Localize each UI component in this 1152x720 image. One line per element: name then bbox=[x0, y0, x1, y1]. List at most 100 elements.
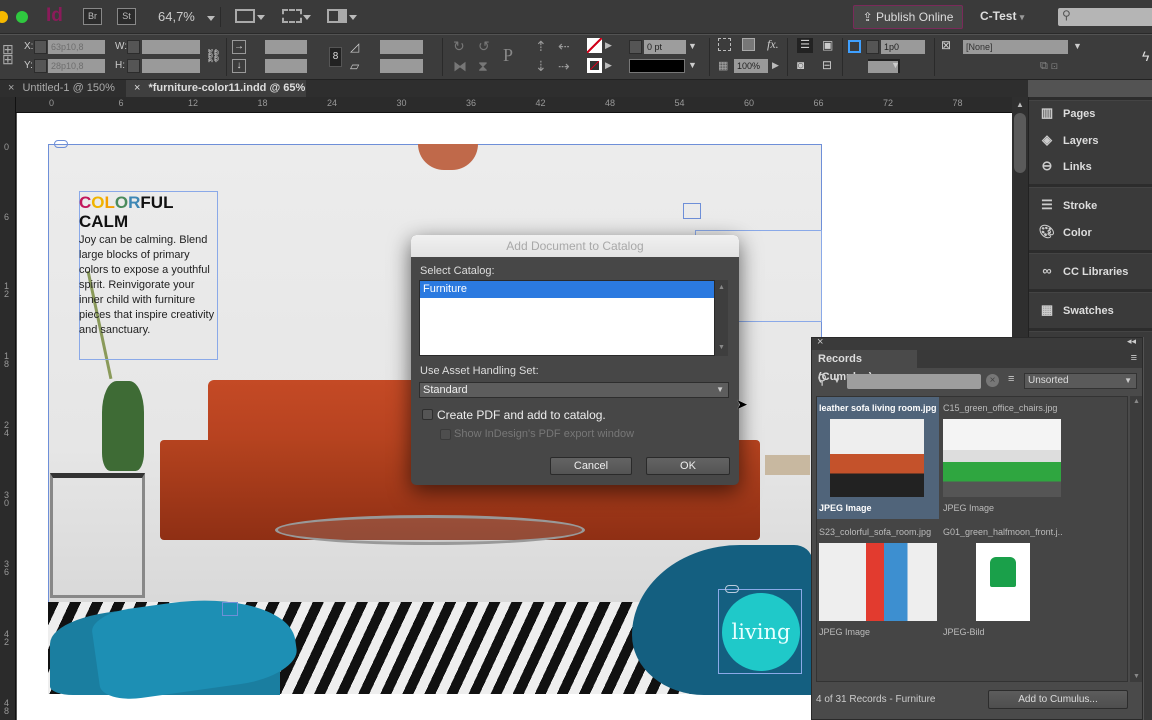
close-icon[interactable]: × bbox=[8, 82, 14, 94]
select-container-icon[interactable]: ⇡ bbox=[535, 38, 547, 55]
record-item[interactable]: C15_green_office_chairs.jpg JPEG Image bbox=[941, 397, 1063, 519]
help-search-input[interactable]: ⚲ bbox=[1058, 8, 1152, 26]
close-icon[interactable]: × bbox=[817, 336, 823, 348]
y-stepper[interactable] bbox=[34, 59, 47, 73]
rotation-angle-field[interactable] bbox=[380, 40, 423, 54]
opacity-field[interactable]: 100% bbox=[734, 59, 768, 73]
rotate-clockwise-icon[interactable]: ↻ bbox=[453, 38, 465, 55]
constrain-proportions-icon[interactable]: ⛓ bbox=[205, 48, 222, 64]
panel-header[interactable]: × ◂◂ bbox=[812, 336, 1142, 350]
dock-item-cc-libraries[interactable]: ∞ CC Libraries bbox=[1037, 260, 1128, 282]
empty-frame[interactable] bbox=[683, 203, 701, 219]
height-field[interactable] bbox=[142, 59, 200, 73]
corner-options-icon[interactable] bbox=[848, 40, 861, 53]
collapse-panel-icon[interactable]: ◂◂ bbox=[1127, 336, 1136, 347]
dock-item-layers[interactable]: ◈ Layers bbox=[1037, 129, 1098, 151]
anchor-frame[interactable] bbox=[222, 602, 238, 616]
minimize-window-button[interactable] bbox=[0, 11, 8, 23]
stroke-weight-stepper[interactable] bbox=[629, 40, 642, 54]
drop-shadow-icon[interactable] bbox=[718, 38, 731, 51]
record-item[interactable]: G01_green_halfmoon_front.j... JPEG-Bild bbox=[941, 521, 1063, 643]
catalog-list-scrollbar[interactable]: ▲ ▼ bbox=[715, 280, 728, 356]
dock-item-links[interactable]: ⊖ Links bbox=[1037, 155, 1092, 177]
scroll-up-arrow-icon[interactable]: ▲ bbox=[1133, 398, 1140, 405]
view-options-icon[interactable] bbox=[235, 9, 255, 23]
canvas-scroll-thumb[interactable] bbox=[1014, 113, 1026, 173]
cancel-button[interactable]: Cancel bbox=[550, 457, 632, 475]
scroll-up-arrow-icon[interactable]: ▲ bbox=[718, 284, 725, 291]
record-item[interactable]: S23_colorful_sofa_room.jpg JPEG Image bbox=[817, 521, 939, 643]
text-wrap-none-icon[interactable]: ☰ bbox=[797, 38, 813, 53]
workspace-switcher[interactable]: C-Test ▾ bbox=[980, 9, 1024, 23]
scale-y-field[interactable] bbox=[265, 59, 307, 73]
clear-overrides-icon[interactable]: ⧉ ⊡ bbox=[1040, 60, 1058, 73]
add-to-cumulus-button[interactable]: Add to Cumulus... bbox=[988, 690, 1128, 709]
select-next-icon[interactable]: ⇢ bbox=[558, 58, 570, 75]
dock-grip[interactable] bbox=[1029, 97, 1152, 101]
zoom-window-button[interactable] bbox=[16, 11, 28, 23]
y-position-field[interactable]: 28p10,8 bbox=[48, 59, 105, 73]
asset-handling-set-select[interactable]: Standard ▼ bbox=[419, 382, 729, 398]
stroke-menu-arrow-icon[interactable]: ▶ bbox=[605, 60, 612, 71]
screen-mode-icon[interactable] bbox=[282, 9, 302, 23]
link-badge-icon[interactable] bbox=[54, 140, 68, 148]
catalog-list-item[interactable]: Furniture bbox=[420, 281, 714, 298]
sort-select[interactable]: Unsorted ▼ bbox=[1024, 373, 1137, 389]
sort-icon[interactable]: ≡ bbox=[1008, 373, 1014, 385]
opacity-arrow-icon[interactable]: ▶ bbox=[772, 60, 779, 71]
scroll-down-arrow-icon[interactable]: ▼ bbox=[1133, 673, 1140, 680]
dock-grip[interactable] bbox=[1029, 184, 1152, 188]
flip-vertical-icon[interactable]: ⧗ bbox=[478, 58, 488, 75]
shear-angle-field[interactable] bbox=[380, 59, 423, 73]
tab-furniture-color11[interactable]: × *furniture-color11.indd @ 65% bbox=[126, 80, 306, 97]
zoom-level-select[interactable]: 64,7% bbox=[158, 9, 215, 24]
fill-menu-arrow-icon[interactable]: ▶ bbox=[605, 40, 612, 51]
chevron-down-icon[interactable]: ▼ bbox=[833, 376, 841, 385]
publish-online-button[interactable]: ⇪ Publish Online bbox=[853, 5, 963, 29]
stroke-type-select[interactable] bbox=[629, 59, 685, 73]
dock-grip[interactable] bbox=[1029, 328, 1152, 332]
text-wrap-jump-icon[interactable]: ⊟ bbox=[822, 58, 832, 72]
records-scrollbar[interactable]: ▲ ▼ bbox=[1130, 396, 1142, 682]
x-stepper[interactable] bbox=[34, 40, 47, 54]
width-field[interactable] bbox=[142, 40, 200, 54]
stock-button[interactable]: St bbox=[117, 8, 136, 25]
link-badge-icon[interactable] bbox=[725, 585, 739, 593]
vertical-ruler[interactable]: 0 6 1 2 1 8 2 4 3 0 3 6 4 2 4 8 bbox=[0, 97, 16, 720]
h-stepper[interactable] bbox=[127, 59, 140, 73]
reference-point-icon[interactable]: ⊞ ⊞ bbox=[2, 42, 14, 66]
scroll-down-arrow-icon[interactable]: ▼ bbox=[718, 344, 725, 351]
bridge-button[interactable]: Br bbox=[83, 8, 102, 25]
record-item[interactable]: leather sofa living room.jpg JPEG Image bbox=[817, 397, 939, 519]
effects-icon[interactable] bbox=[742, 38, 755, 51]
horizontal-ruler[interactable]: 0 6 12 18 24 30 36 42 48 54 60 66 72 78 bbox=[16, 97, 1028, 113]
corner-size-field[interactable]: 1p0 bbox=[881, 40, 925, 54]
fx-icon[interactable]: fx. bbox=[767, 37, 779, 52]
select-content-icon[interactable]: ⇣ bbox=[535, 58, 547, 75]
search-icon[interactable]: ⚲ bbox=[817, 371, 827, 388]
flip-horizontal-icon[interactable]: ⧓ bbox=[453, 58, 467, 75]
link-scale-icon[interactable]: 8 bbox=[329, 47, 342, 67]
corner-size-stepper[interactable] bbox=[866, 40, 879, 54]
create-pdf-checkbox[interactable] bbox=[422, 409, 433, 420]
object-style-select[interactable]: [None] bbox=[963, 40, 1068, 54]
text-wrap-box-icon[interactable]: ▣ bbox=[822, 38, 833, 52]
rotate-counterclockwise-icon[interactable]: ↺ bbox=[478, 38, 490, 55]
dock-item-stroke[interactable]: ☰ Stroke bbox=[1037, 194, 1097, 216]
catalog-list[interactable]: Furniture bbox=[419, 280, 715, 356]
select-previous-icon[interactable]: ⇠ bbox=[558, 38, 570, 55]
scale-x-field[interactable] bbox=[265, 40, 307, 54]
show-export-window-checkbox[interactable] bbox=[440, 429, 451, 440]
dock-grip[interactable] bbox=[1029, 289, 1152, 293]
fill-swatch-none-icon[interactable] bbox=[587, 38, 602, 53]
dock-item-color[interactable]: 🎨︎ Color bbox=[1037, 221, 1092, 243]
w-stepper[interactable] bbox=[127, 40, 140, 54]
text-wrap-shape-icon[interactable]: ◙ bbox=[797, 58, 804, 72]
arrange-documents-icon[interactable] bbox=[327, 9, 347, 23]
dock-item-pages[interactable]: ▥ Pages bbox=[1037, 102, 1096, 124]
panel-menu-icon[interactable]: ≡ bbox=[1131, 352, 1137, 364]
stroke-weight-field[interactable]: 0 pt bbox=[644, 40, 686, 54]
dock-grip[interactable] bbox=[1029, 250, 1152, 254]
tab-records-cumulus[interactable]: Records (Cumulus) bbox=[812, 350, 917, 383]
stroke-swatch-none-icon[interactable] bbox=[587, 58, 602, 73]
